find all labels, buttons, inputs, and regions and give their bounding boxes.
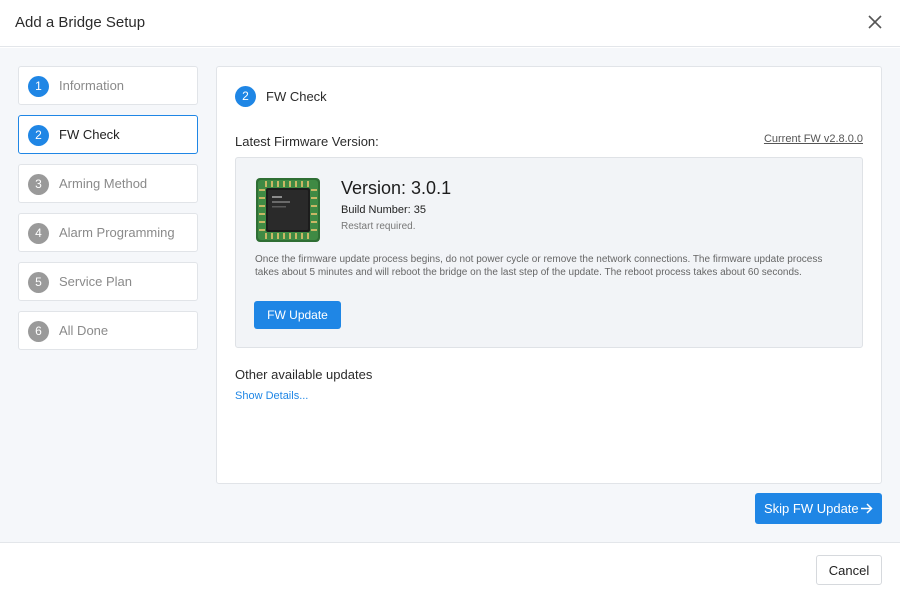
fw-check-panel: 2 FW Check Latest Firmware Version: Curr…	[216, 66, 882, 484]
fw-update-button[interactable]: FW Update	[254, 301, 341, 329]
step-number: 2	[28, 125, 49, 146]
skip-fw-update-button[interactable]: Skip FW Update	[755, 493, 882, 524]
cancel-button[interactable]: Cancel	[816, 555, 882, 585]
restart-notice: Restart required.	[341, 221, 416, 232]
close-icon[interactable]	[864, 11, 886, 33]
step-number: 3	[28, 174, 49, 195]
step-label: FW Check	[59, 127, 120, 142]
step-number: 5	[28, 272, 49, 293]
step-label: Alarm Programming	[59, 225, 175, 240]
show-details-link[interactable]: Show Details...	[235, 390, 308, 402]
step-arming-method[interactable]: 3 Arming Method	[18, 164, 198, 203]
step-label: Service Plan	[59, 274, 132, 289]
dialog-title: Add a Bridge Setup	[15, 14, 146, 31]
firmware-card: Version: 3.0.1 Build Number: 35 Restart …	[235, 157, 863, 348]
firmware-version: Version: 3.0.1	[341, 178, 452, 198]
step-all-done[interactable]: 6 All Done	[18, 311, 198, 350]
step-service-plan[interactable]: 5 Service Plan	[18, 262, 198, 301]
arrow-right-icon	[860, 502, 873, 515]
panel-title: FW Check	[266, 89, 327, 104]
step-number: 6	[28, 321, 49, 342]
step-number: 4	[28, 223, 49, 244]
step-label: All Done	[59, 323, 109, 338]
step-alarm-programming[interactable]: 4 Alarm Programming	[18, 213, 198, 252]
dialog-body: 1 Information 2 FW Check 3 Arming Method…	[0, 48, 900, 542]
update-warning-text: Once the firmware update process begins,…	[255, 254, 823, 278]
build-number: Build Number: 35	[341, 204, 426, 216]
firmware-chip-icon	[255, 177, 321, 243]
step-label: Arming Method	[59, 176, 148, 191]
dialog-header: Add a Bridge Setup	[0, 0, 900, 47]
step-number: 1	[28, 76, 49, 97]
dialog-footer: Cancel	[0, 542, 900, 597]
current-fw-link[interactable]: Current FW v2.8.0.0	[764, 133, 863, 145]
step-fw-check[interactable]: 2 FW Check	[18, 115, 198, 154]
latest-firmware-label: Latest Firmware Version:	[235, 134, 379, 149]
step-label: Information	[59, 78, 125, 93]
other-updates-label: Other available updates	[235, 367, 373, 382]
skip-button-label: Skip FW Update	[764, 501, 859, 516]
panel-step-number: 2	[235, 86, 256, 107]
step-list: 1 Information 2 FW Check 3 Arming Method…	[18, 66, 198, 360]
step-information[interactable]: 1 Information	[18, 66, 198, 105]
